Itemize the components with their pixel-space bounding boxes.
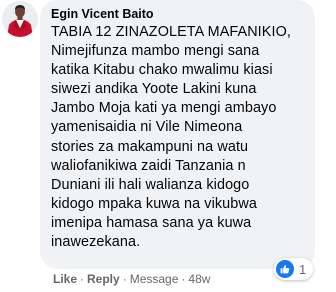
comment-line: Jambo Moja kati ya mengi ambayo [51,100,277,117]
message-link[interactable]: Message [130,272,179,286]
comment-bubble: Egin Vicent Baito TABIA 12 ZINAZOLETA MA… [40,0,315,269]
reaction-count: 1 [299,261,307,277]
comment-line: yamenisaidia ni Vile Nimeona [51,119,243,136]
like-thumb-icon [276,260,294,278]
comment-line: imenipa hamasa sana ya kuwa [51,214,252,231]
profile-photo [2,1,38,37]
comment-actions: Like · Reply · Message · 48w [53,272,210,286]
comment-line: inawezekana. [51,234,141,251]
avatar[interactable] [2,1,38,37]
comment-line: katika Kitabu chako mwalimu kiasi [51,62,273,79]
separator: · [181,272,186,286]
comment-line: kidogo mpaka kuwa na vikubwa [51,195,257,212]
comment-author[interactable]: Egin Vicent Baito [51,6,303,22]
comment-line: Duniani ili hali walianza kidogo [51,176,250,193]
timestamp[interactable]: 48w [188,272,210,286]
separator: · [80,272,85,286]
like-button[interactable]: Like [53,272,77,286]
comment-text: TABIA 12 ZINAZOLETA MAFANIKIO, Nimejifun… [51,23,303,252]
reaction-summary[interactable]: 1 [274,258,314,280]
comment-line: TABIA 12 ZINAZOLETA MAFANIKIO, [51,24,291,40]
comment-line: Nimejifunza mambo mengi sana [51,43,260,60]
separator: · [122,272,127,286]
comment-line: waliofanikiwa zaidi Tanzania n [51,157,246,174]
reply-button[interactable]: Reply [87,272,120,286]
comment-line: siwezi andika Yoote Lakini kuna [51,81,257,98]
comment-line: stories za makampuni na watu [51,138,249,155]
